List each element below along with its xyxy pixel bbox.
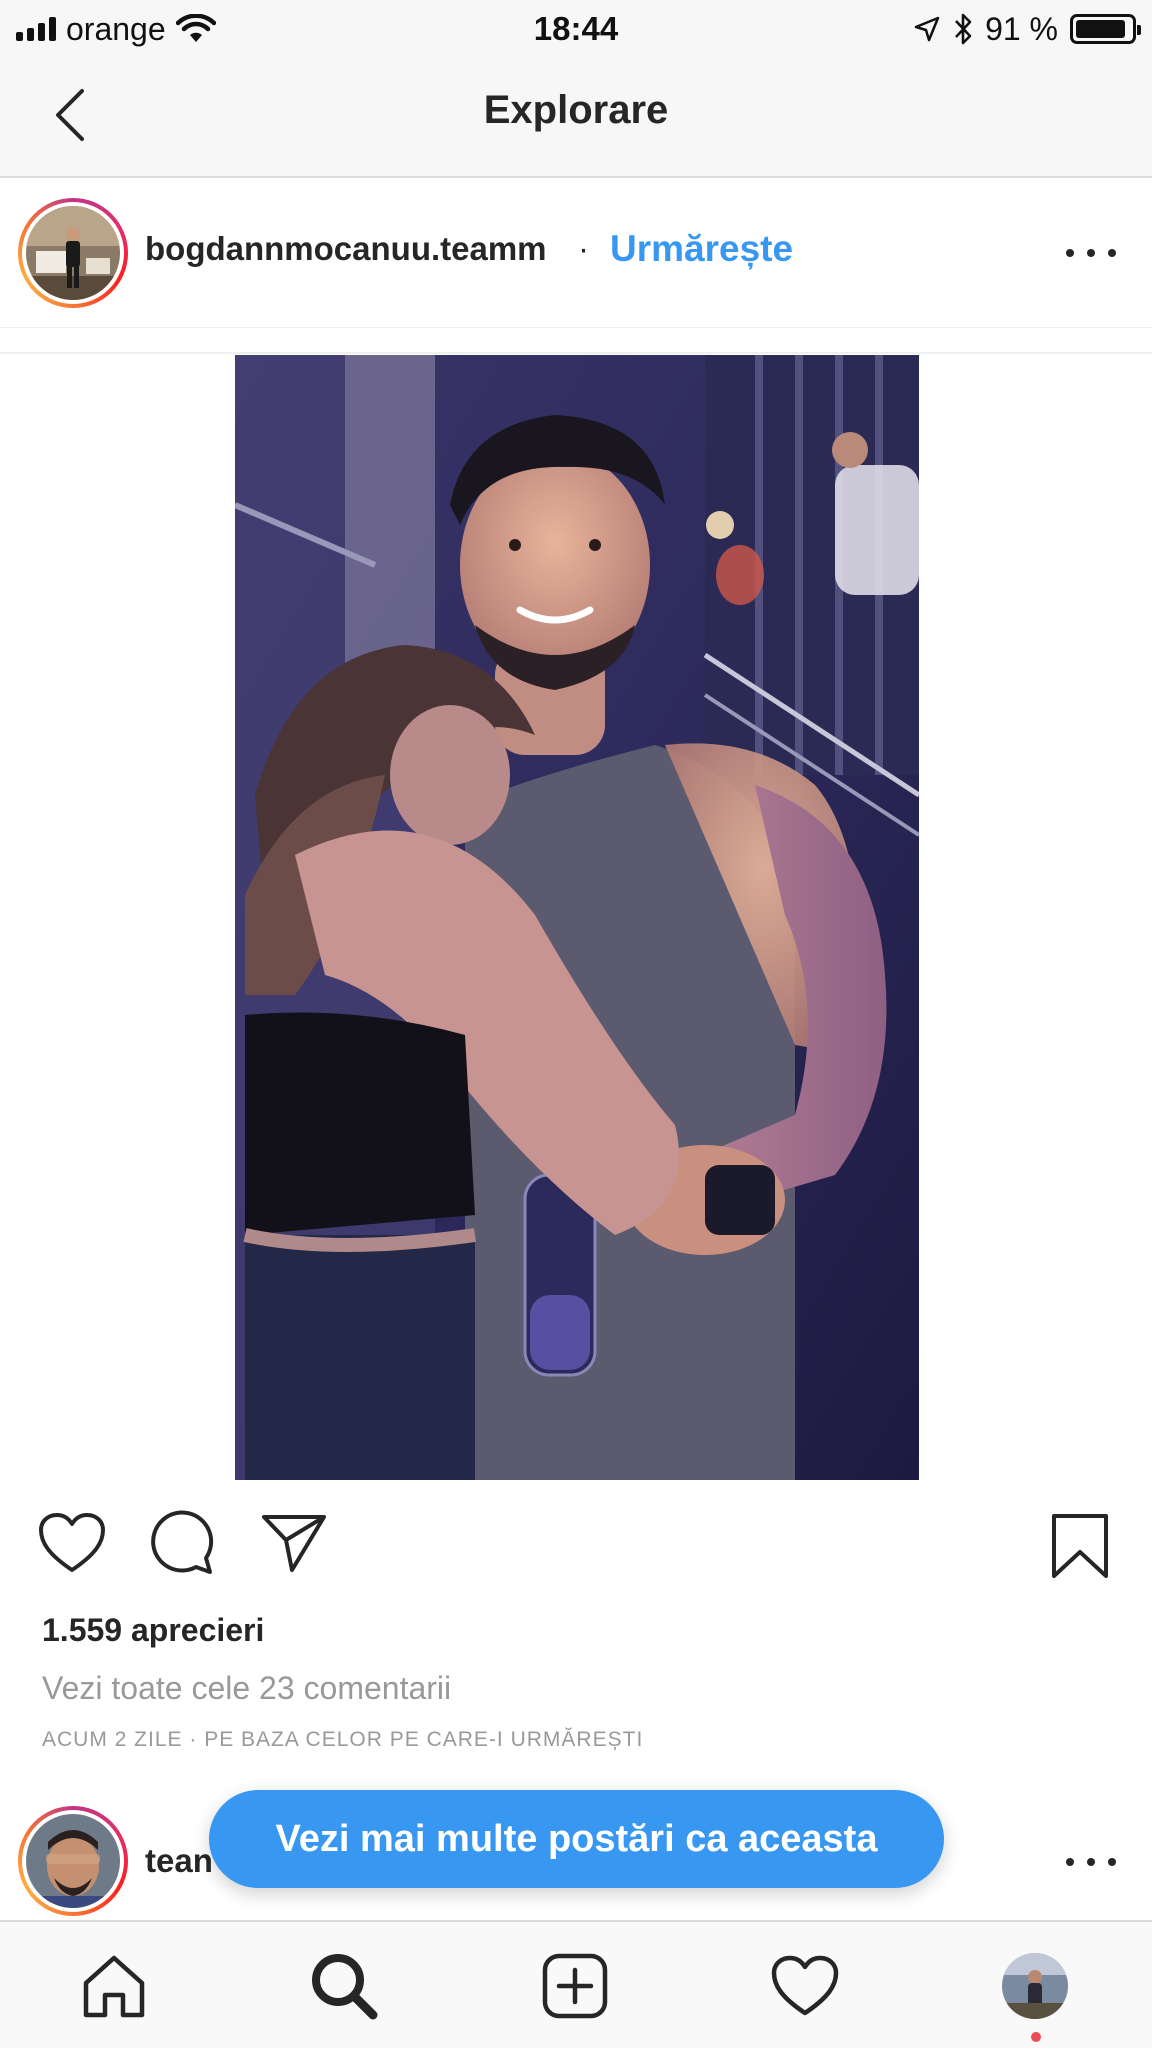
share-icon [262, 1515, 326, 1572]
tab-home[interactable] [74, 1946, 154, 2026]
next-post-username[interactable]: tean [145, 1842, 213, 1880]
avatar-image [26, 206, 120, 300]
next-post-more-button[interactable] [1066, 1842, 1116, 1882]
post-header: bogdannmocanuu.teamm · Urmărește [0, 178, 1152, 328]
notification-dot [1031, 2032, 1041, 2042]
status-right: 91 % [913, 8, 1141, 50]
avatar-image [26, 1814, 120, 1908]
share-button[interactable] [260, 1512, 328, 1579]
bookmark-icon [1052, 1514, 1108, 1578]
likes-count[interactable]: 1.559 aprecieri [42, 1612, 264, 1649]
tab-profile[interactable] [995, 1946, 1075, 2026]
search-icon [312, 1954, 378, 2020]
comment-button[interactable] [150, 1510, 216, 1581]
save-button[interactable] [1050, 1512, 1110, 1585]
more-horizontal-icon [1066, 249, 1074, 257]
nav-header: Explorare [0, 58, 1152, 178]
location-arrow-icon [914, 16, 940, 42]
tab-search[interactable] [304, 1946, 384, 2026]
comment-icon [151, 1510, 214, 1574]
tab-bar [0, 1920, 1152, 2048]
more-horizontal-icon [1066, 1858, 1074, 1866]
battery-percent: 91 % [985, 10, 1058, 47]
add-post-icon [542, 1953, 608, 2019]
heart-icon [39, 1513, 105, 1572]
more-options-button[interactable] [1066, 233, 1116, 273]
see-more-posts-button[interactable]: Vezi mai multe postări ca aceasta [209, 1790, 944, 1888]
battery-level [1076, 20, 1126, 38]
profile-avatar [1002, 1953, 1068, 2019]
battery-icon [1070, 14, 1141, 44]
post-photo[interactable] [235, 355, 919, 1480]
next-post-avatar[interactable] [18, 1806, 128, 1916]
avatar[interactable] [18, 198, 128, 308]
bluetooth-icon [955, 13, 972, 45]
like-button[interactable] [38, 1512, 106, 1579]
tab-activity[interactable] [765, 1946, 845, 2026]
post-username[interactable]: bogdannmocanuu.teamm [145, 230, 547, 268]
follow-button[interactable]: Urmărește [610, 228, 793, 270]
view-comments-link[interactable]: Vezi toate cele 23 comentarii [42, 1670, 451, 1707]
separator-dot: · [578, 230, 589, 267]
tab-new-post[interactable] [535, 1946, 615, 2026]
couple-photo [235, 355, 919, 1480]
activity-heart-icon [771, 1955, 839, 2016]
home-icon [83, 1955, 145, 2018]
divider [0, 352, 1152, 354]
post-meta: ACUM 2 ZILE · PE BAZA CELOR PE CARE-I UR… [42, 1728, 644, 1751]
status-bar: orange 18:44 91 % [0, 0, 1152, 58]
page-title: Explorare [483, 88, 669, 132]
